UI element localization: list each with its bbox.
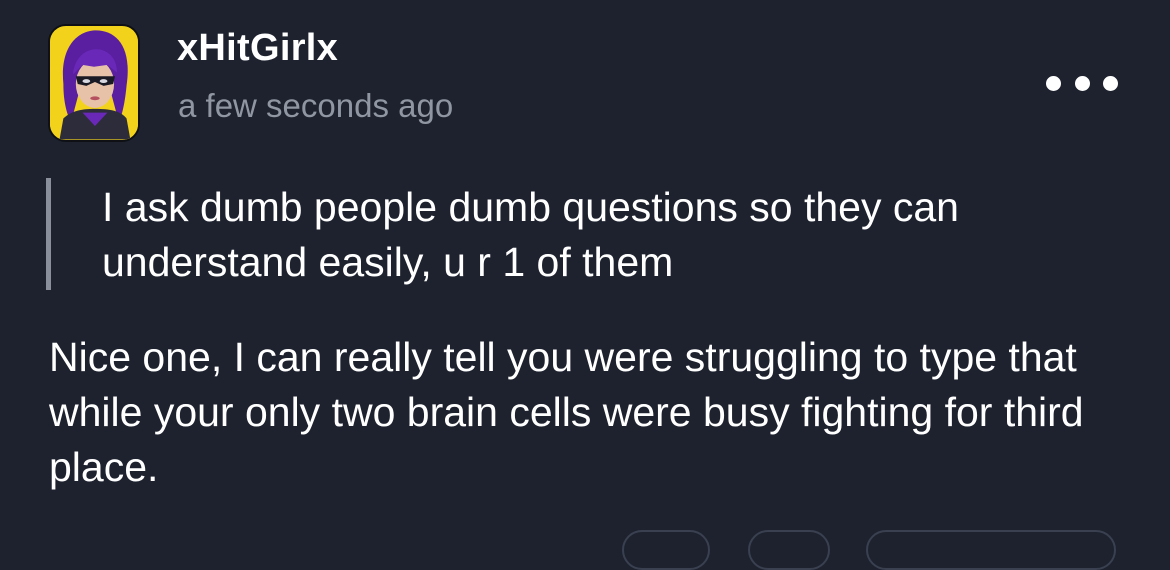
username[interactable]: xHitGirlx [177,24,338,72]
timestamp: a few seconds ago [178,87,454,124]
avatar[interactable] [48,24,140,142]
more-dot [1046,75,1061,91]
avatar-image [50,26,138,140]
action-button[interactable] [748,530,830,570]
post-body: Nice one, I can really tell you were str… [49,334,1084,490]
quote-bar [46,178,51,290]
quoted-text: I ask dumb people dumb questions so they… [102,184,959,285]
action-button[interactable] [622,530,710,570]
action-button[interactable] [866,530,1116,570]
more-options-icon[interactable] [1046,66,1118,100]
more-dot [1074,75,1090,91]
more-dot [1103,75,1118,91]
